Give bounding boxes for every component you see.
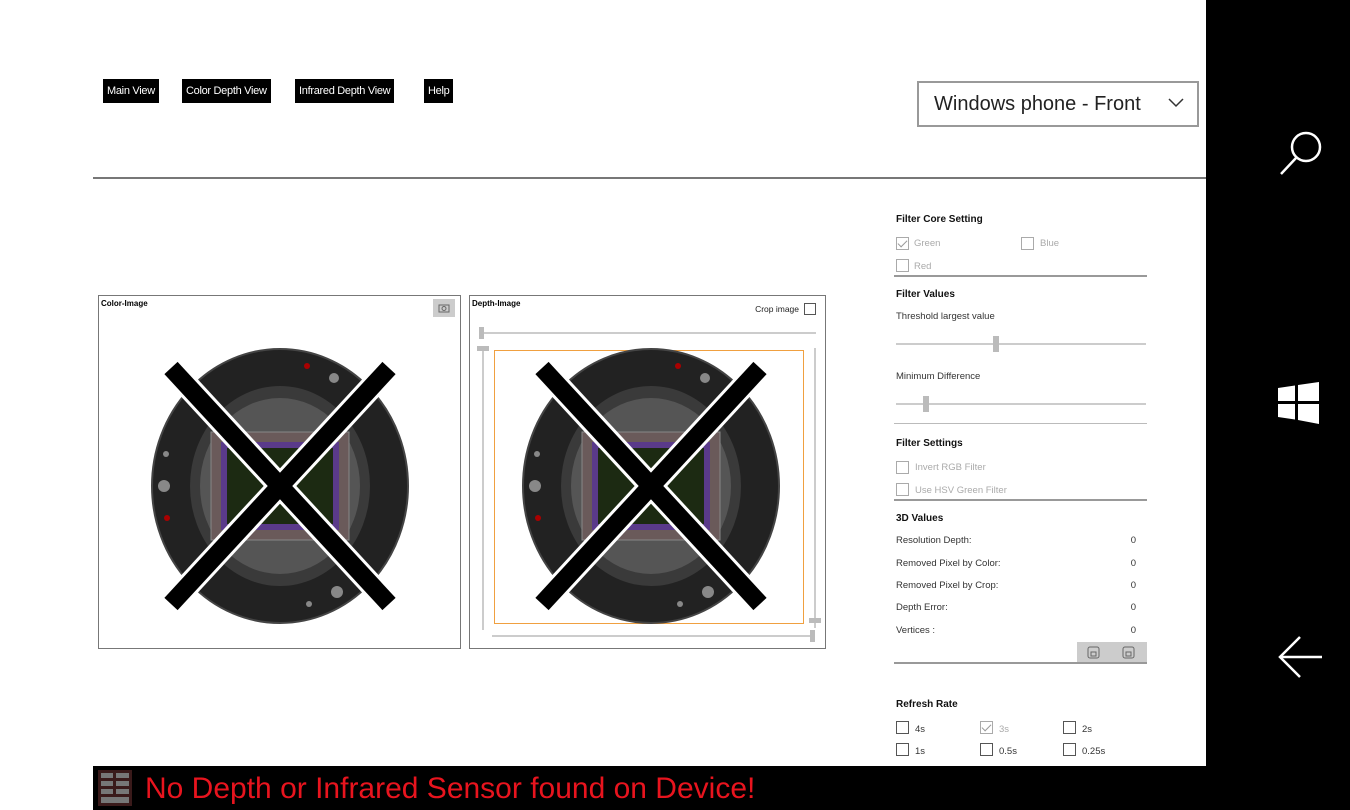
- section-divider: [894, 275, 1147, 277]
- camera-dropdown[interactable]: Windows phone - Front: [917, 81, 1199, 127]
- refresh-1s-checkbox[interactable]: [896, 743, 909, 756]
- camera-capture-icon[interactable]: [433, 299, 455, 317]
- threshold-label: Threshold largest value: [896, 311, 995, 322]
- filter-settings-title: Filter Settings: [896, 438, 963, 449]
- section-divider: [894, 662, 1147, 664]
- green-checkbox[interactable]: [896, 237, 909, 250]
- header-divider: [93, 177, 1206, 179]
- values-action-bar: [1077, 642, 1147, 663]
- export-icon[interactable]: [1121, 645, 1137, 660]
- red-label: Red: [914, 261, 932, 272]
- crop-bottom-slider-thumb[interactable]: [810, 630, 815, 642]
- refresh-025s-checkbox[interactable]: [1063, 743, 1076, 756]
- crop-image-label: Crop image: [755, 304, 799, 314]
- depth-error-value: 0: [1130, 602, 1136, 613]
- section-divider: [894, 423, 1147, 424]
- vertices-label: Vertices :: [896, 625, 936, 636]
- refresh-05s-label: 0.5s: [999, 746, 1017, 757]
- no-depth-image: [522, 348, 780, 624]
- use-hsv-label: Use HSV Green Filter: [915, 485, 1007, 496]
- refresh-2s-checkbox[interactable]: [1063, 721, 1076, 734]
- resolution-depth-label: Resolution Depth:: [896, 535, 972, 546]
- vertices-value: 0: [1130, 625, 1136, 636]
- no-camera-image: [151, 348, 409, 624]
- chevron-down-icon: [1168, 98, 1184, 108]
- removed-crop-value: 0: [1130, 580, 1136, 591]
- depth-error-label: Depth Error:: [896, 602, 948, 613]
- color-depth-view-button[interactable]: Color Depth View: [182, 79, 271, 103]
- search-icon[interactable]: [1278, 128, 1324, 178]
- refresh-2s-label: 2s: [1082, 724, 1093, 735]
- color-image-panel: Color-Image: [98, 295, 461, 649]
- save-icon[interactable]: [1086, 645, 1102, 660]
- min-difference-label: Minimum Difference: [896, 371, 981, 382]
- invert-rgb-checkbox[interactable]: [896, 461, 909, 474]
- red-checkbox[interactable]: [896, 259, 909, 272]
- infrared-depth-view-button[interactable]: Infrared Depth View: [295, 79, 395, 103]
- removed-color-value: 0: [1130, 558, 1136, 569]
- use-hsv-checkbox[interactable]: [896, 483, 909, 496]
- crop-right-slider[interactable]: [814, 348, 816, 628]
- filter-core-title: Filter Core Setting: [896, 214, 983, 225]
- green-label: Green: [914, 238, 941, 249]
- refresh-025s-label: 0.25s: [1082, 746, 1106, 757]
- refresh-3s-checkbox[interactable]: [980, 721, 993, 734]
- depth-image-title: Depth-Image: [472, 299, 521, 308]
- sensor-error-icon: [98, 770, 132, 806]
- color-image-title: Color-Image: [101, 299, 148, 308]
- min-difference-slider-thumb[interactable]: [923, 396, 929, 412]
- camera-dropdown-value: Windows phone - Front: [934, 92, 1141, 115]
- threshold-slider-thumb[interactable]: [993, 336, 999, 352]
- section-divider: [894, 499, 1147, 501]
- back-arrow-icon[interactable]: [1278, 634, 1324, 680]
- refresh-4s-checkbox[interactable]: [896, 721, 909, 734]
- crop-left-slider[interactable]: [482, 348, 484, 630]
- blue-checkbox[interactable]: [1021, 237, 1034, 250]
- refresh-4s-label: 4s: [915, 724, 926, 735]
- min-difference-slider[interactable]: [896, 403, 1146, 405]
- crop-top-slider-thumb[interactable]: [479, 327, 484, 339]
- depth-image-panel: Depth-Image Crop image: [469, 295, 826, 649]
- refresh-05s-checkbox[interactable]: [980, 743, 993, 756]
- main-view-button[interactable]: Main View: [103, 79, 159, 103]
- crop-left-slider-thumb[interactable]: [477, 346, 489, 351]
- refresh-1s-label: 1s: [915, 746, 926, 757]
- resolution-depth-value: 0: [1130, 535, 1136, 546]
- help-button[interactable]: Help: [424, 79, 454, 103]
- app-window: Main View Color Depth View Infrared Dept…: [0, 0, 1350, 810]
- crop-top-slider[interactable]: [480, 332, 816, 334]
- values-3d-title: 3D Values: [896, 513, 944, 524]
- invert-rgb-label: Invert RGB Filter: [915, 462, 986, 473]
- crop-image-checkbox[interactable]: [804, 303, 816, 315]
- filter-values-title: Filter Values: [896, 289, 955, 300]
- removed-crop-label: Removed Pixel by Crop:: [896, 580, 999, 591]
- refresh-rate-title: Refresh Rate: [896, 699, 958, 710]
- crop-bottom-slider[interactable]: [492, 635, 814, 637]
- removed-color-label: Removed Pixel by Color:: [896, 558, 1001, 569]
- crop-right-slider-thumb[interactable]: [809, 618, 821, 623]
- status-message: No Depth or Infrared Sensor found on Dev…: [145, 772, 756, 805]
- windows-start-icon[interactable]: [1278, 382, 1320, 424]
- blue-label: Blue: [1040, 238, 1060, 249]
- threshold-slider[interactable]: [896, 343, 1146, 345]
- refresh-3s-label: 3s: [999, 724, 1010, 735]
